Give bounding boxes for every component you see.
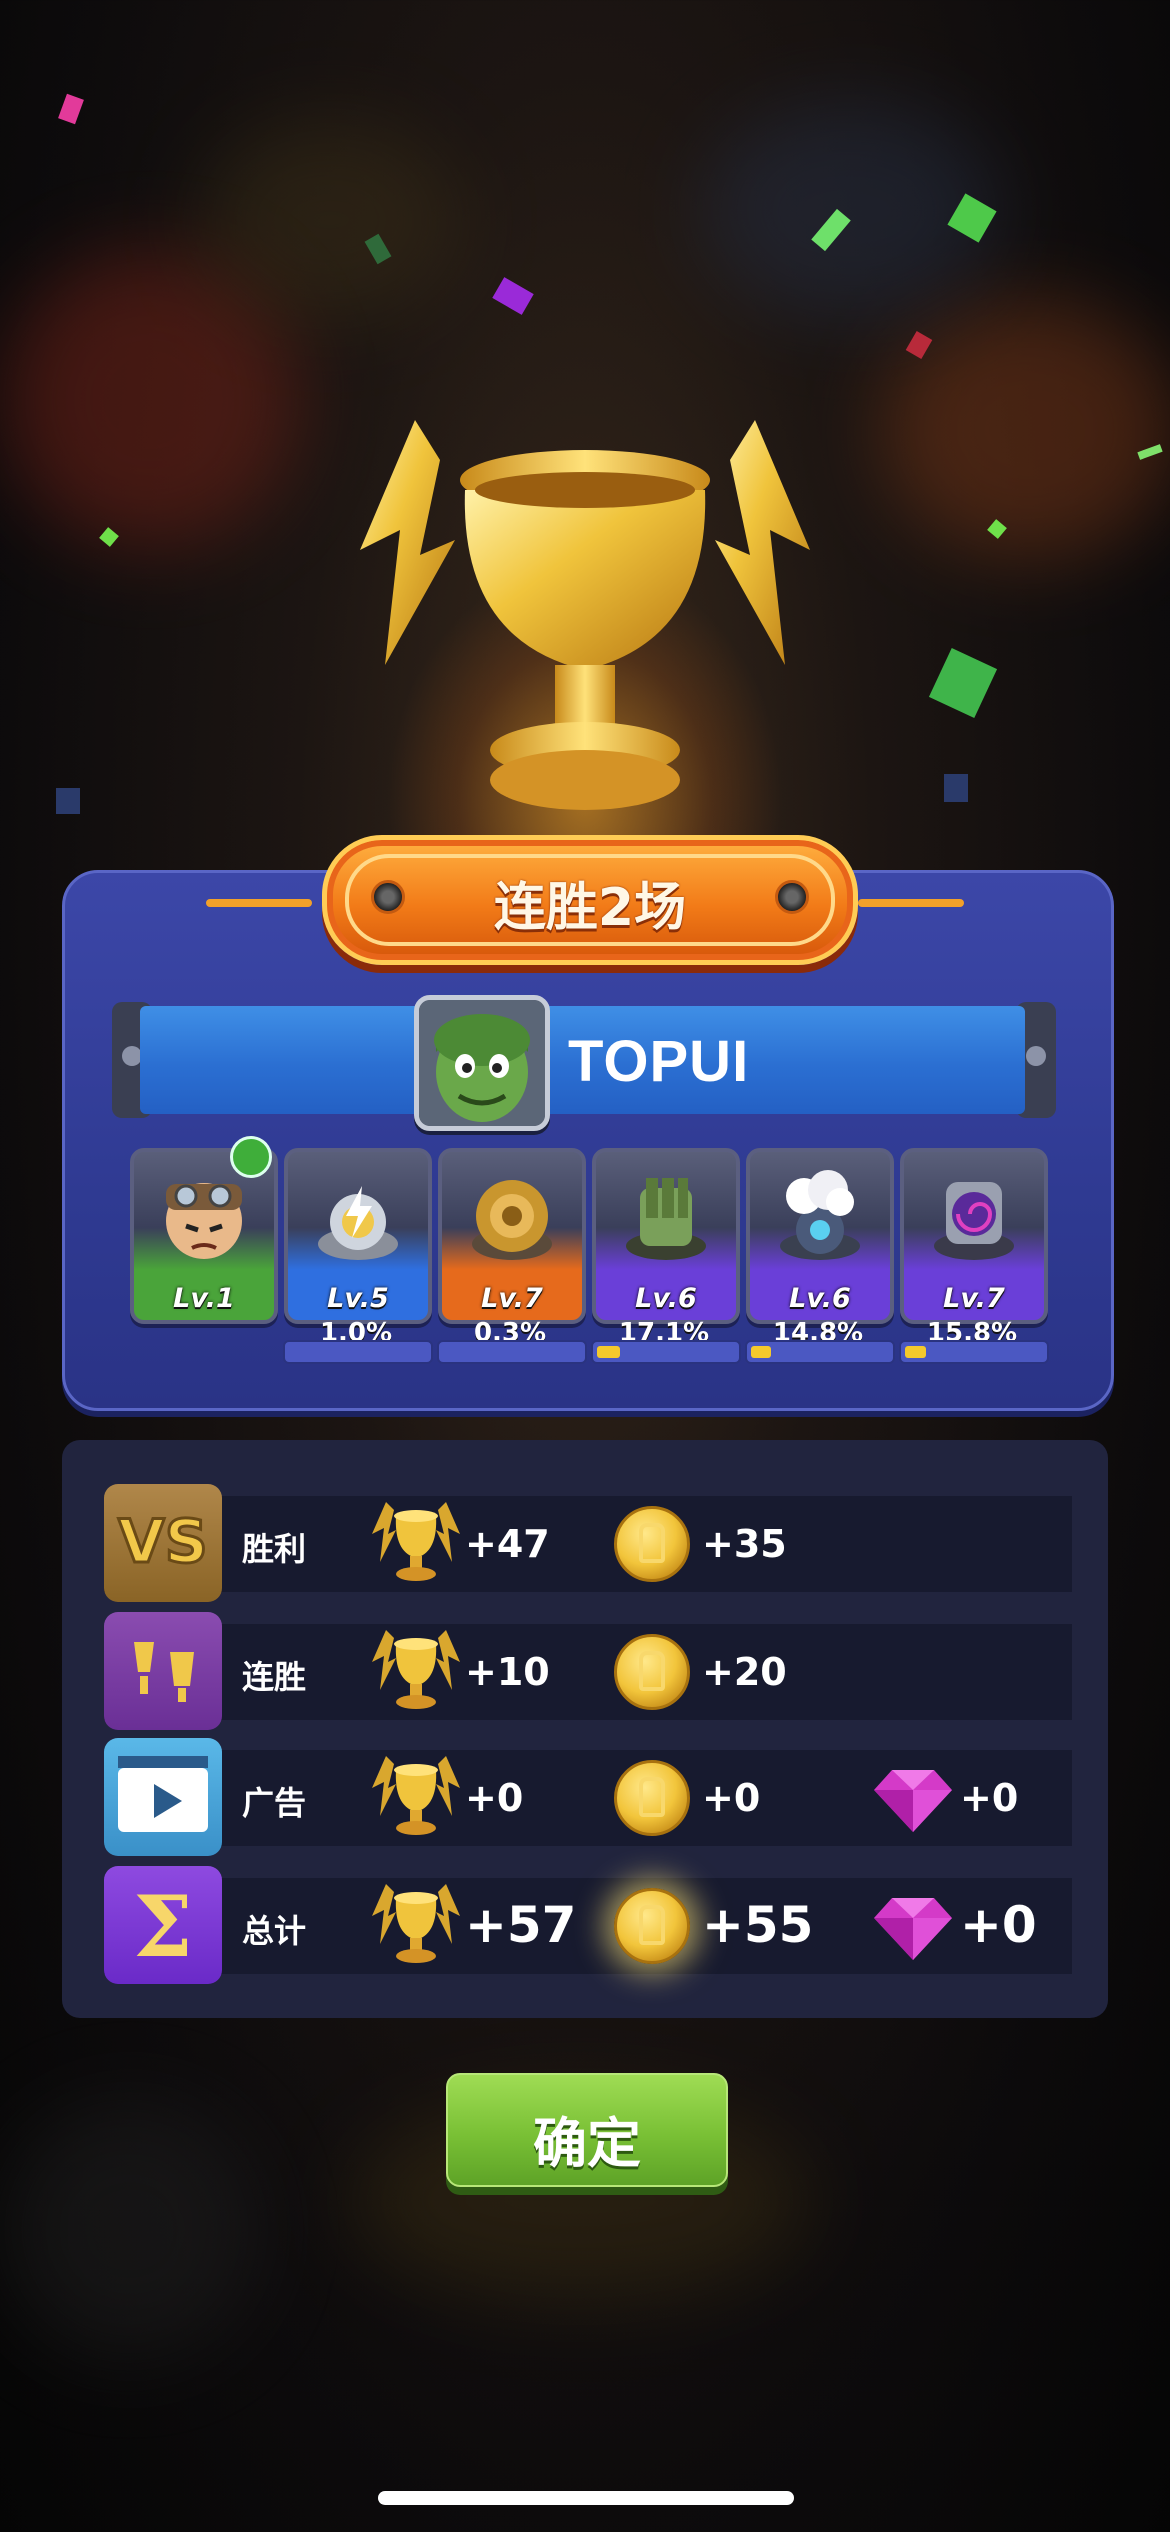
gem-icon: [872, 1892, 954, 1962]
reward-label: 总计: [242, 1912, 307, 1950]
unit-level: Lv.6: [789, 1283, 851, 1314]
trophy-icon: [372, 1754, 460, 1838]
gem-amount: +0: [960, 1896, 1037, 1954]
trophy-icon: [372, 1628, 460, 1712]
vortex-tower-icon: [934, 1182, 1014, 1260]
unit-card[interactable]: Lv.6: [592, 1148, 740, 1324]
unit-level: Lv.7: [481, 1283, 543, 1314]
unit-card[interactable]: Lv.7: [438, 1148, 586, 1324]
coin-icon: [614, 1760, 690, 1836]
unit-card-progress-bar: [437, 1340, 587, 1364]
reward-label: 广告: [242, 1784, 307, 1822]
gem-icon: [872, 1764, 954, 1834]
unit-card-progress-fill: [751, 1346, 771, 1358]
background-blur: [0, 2100, 260, 2360]
confirm-button[interactable]: 确定: [446, 2073, 728, 2187]
confetti: [58, 93, 84, 125]
trophy-amount: +47: [465, 1522, 550, 1566]
coin-icon: [614, 1634, 690, 1710]
vs-icon: VS: [104, 1484, 222, 1602]
reward-label: 胜利: [242, 1530, 307, 1568]
coin-icon: [614, 1506, 690, 1582]
trophy-icon: [360, 420, 810, 810]
svg-text:Σ: Σ: [133, 1877, 192, 1976]
coin-icon: [614, 1888, 690, 1964]
unit-card-progress-bar: [591, 1340, 741, 1364]
reward-label: 连胜: [242, 1658, 307, 1696]
unit-card[interactable]: Lv.7: [900, 1148, 1048, 1324]
gatling-tower-icon: [626, 1178, 706, 1260]
player-name: TOPUI: [568, 1029, 750, 1094]
unit-card-progress-bar: [899, 1340, 1049, 1364]
home-indicator[interactable]: [378, 2491, 794, 2505]
gem-amount: +0: [960, 1776, 1019, 1820]
trophy-amount: +0: [465, 1776, 524, 1820]
unit-card[interactable]: Lv.5: [284, 1148, 432, 1324]
trophy-amount: +57: [465, 1896, 577, 1954]
coin-amount: +55: [702, 1896, 814, 1954]
svg-text:VS: VS: [118, 1507, 208, 1577]
video-ad-icon: [104, 1738, 222, 1856]
unit-level: Lv.1: [173, 1283, 235, 1314]
banner-title: 连胜2场: [493, 878, 687, 938]
trophy-icon: [372, 1882, 460, 1966]
lightning-tower-icon: [318, 1186, 398, 1260]
sigma-total-icon: Σ: [104, 1866, 222, 1984]
unit-card-progress-fill: [905, 1346, 926, 1358]
unit-card-progress-fill: [597, 1346, 620, 1358]
trophy-icon: [372, 1500, 460, 1584]
background-blur: [200, 120, 460, 320]
unit-card[interactable]: Lv.6: [746, 1148, 894, 1324]
confirm-label: 确定: [533, 2112, 641, 2175]
confetti: [56, 788, 80, 814]
unit-level: Lv.5: [327, 1283, 389, 1314]
upgrade-badge-icon: [230, 1136, 272, 1178]
unit-level: Lv.6: [635, 1283, 697, 1314]
confetti: [928, 647, 998, 719]
cloud-tower-icon: [780, 1170, 860, 1260]
pilot-hero-icon: [166, 1183, 242, 1259]
player-avatar[interactable]: [414, 995, 550, 1131]
confetti: [944, 774, 968, 802]
gear-tower-icon: [472, 1180, 552, 1260]
unit-card-progress-bar: [745, 1340, 895, 1364]
banner-decor-line: [858, 899, 964, 907]
win-streak-banner: 连胜2场: [322, 835, 858, 965]
unit-card-progress-bar: [283, 1340, 433, 1364]
unit-level: Lv.7: [943, 1283, 1005, 1314]
banner-decor-line: [206, 899, 312, 907]
win-streak-icon: [104, 1612, 222, 1730]
goblin-face-icon: [419, 1000, 545, 1126]
coin-amount: +35: [702, 1522, 787, 1566]
coin-amount: +0: [702, 1776, 761, 1820]
confetti: [492, 277, 534, 315]
coin-amount: +20: [702, 1650, 787, 1694]
trophy-amount: +10: [465, 1650, 550, 1694]
